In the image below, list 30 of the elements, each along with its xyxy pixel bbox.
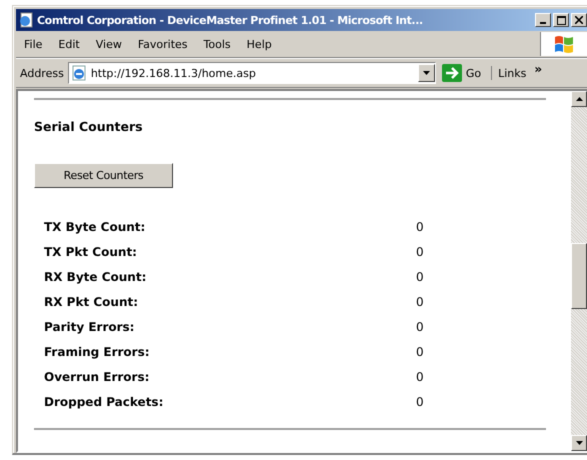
section-heading: Serial Counters	[34, 119, 144, 134]
counter-value: 0	[416, 319, 425, 336]
counter-label: Overrun Errors:	[44, 369, 150, 386]
counter-value: 0	[416, 294, 425, 311]
counter-label: Dropped Packets:	[44, 394, 164, 411]
address-field[interactable]: http://192.168.11.3/home.asp	[68, 62, 436, 84]
counter-value: 0	[416, 369, 425, 386]
counter-value: 0	[416, 219, 425, 236]
counter-label: TX Byte Count:	[44, 219, 146, 236]
counter-value: 0	[416, 344, 425, 361]
counter-value: 0	[416, 244, 425, 261]
go-button[interactable]: Go	[440, 64, 488, 82]
menu-item[interactable]: View	[88, 38, 130, 50]
address-label: Address	[20, 66, 64, 80]
menu-item[interactable]: Help	[238, 38, 280, 50]
menu-item[interactable]: Edit	[50, 38, 88, 50]
window-title: Comtrol Corporation - DeviceMaster Profinet 1.01 - Microsoft Int...	[37, 14, 423, 26]
counter-label: Framing Errors:	[44, 344, 151, 361]
counter-label: Parity Errors:	[44, 319, 136, 336]
counter-value: 0	[416, 269, 425, 286]
counter-label: RX Byte Count:	[44, 269, 148, 286]
menu-item[interactable]: Favorites	[130, 38, 196, 50]
reset-counters-button[interactable]: Reset Counters	[34, 163, 173, 188]
counter-label: TX Pkt Count:	[44, 244, 138, 261]
menu-item[interactable]: Tools	[196, 38, 239, 50]
links-label[interactable]: Links	[498, 66, 526, 80]
menu-item[interactable]: File	[16, 38, 50, 50]
links-more[interactable]: »	[534, 62, 542, 76]
counter-value: 0	[416, 394, 425, 411]
counter-label: RX Pkt Count:	[44, 294, 140, 311]
